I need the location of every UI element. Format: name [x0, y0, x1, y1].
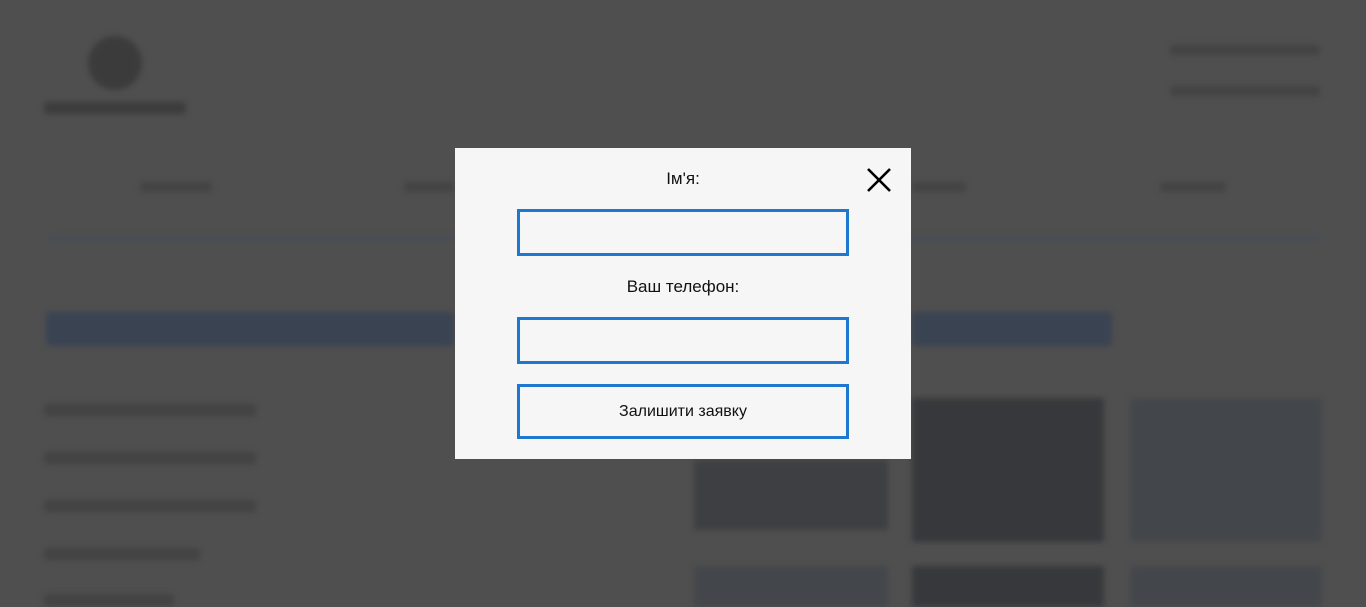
header-phone-2 [1170, 86, 1320, 96]
submit-button[interactable]: Залишити заявку [517, 384, 849, 439]
page-heading [46, 312, 454, 346]
gallery-photo [1130, 398, 1322, 542]
info-line [44, 548, 200, 560]
info-line [44, 404, 256, 416]
gallery-photo [694, 566, 888, 607]
info-line [44, 594, 174, 606]
phone-input[interactable] [517, 317, 849, 364]
nav-item [1160, 182, 1226, 192]
nav-item [912, 182, 966, 192]
info-line [44, 452, 256, 464]
header-phone-1 [1170, 45, 1320, 55]
gallery-photo [912, 398, 1104, 542]
phone-label: Ваш телефон: [626, 277, 740, 296]
site-logo [88, 36, 142, 90]
gallery-photo [912, 566, 1104, 607]
name-input[interactable] [517, 209, 849, 256]
name-label: Ім'я: [666, 169, 700, 188]
info-line [44, 500, 256, 512]
nav-item [140, 182, 212, 192]
nav-item [404, 182, 454, 192]
gallery-photo [694, 460, 888, 530]
page-heading-end [912, 312, 1112, 346]
callback-modal: Ім'я: Ваш телефон: Залишити заявку [455, 148, 911, 459]
site-logo-text [44, 102, 186, 114]
gallery-photo [1130, 566, 1322, 607]
